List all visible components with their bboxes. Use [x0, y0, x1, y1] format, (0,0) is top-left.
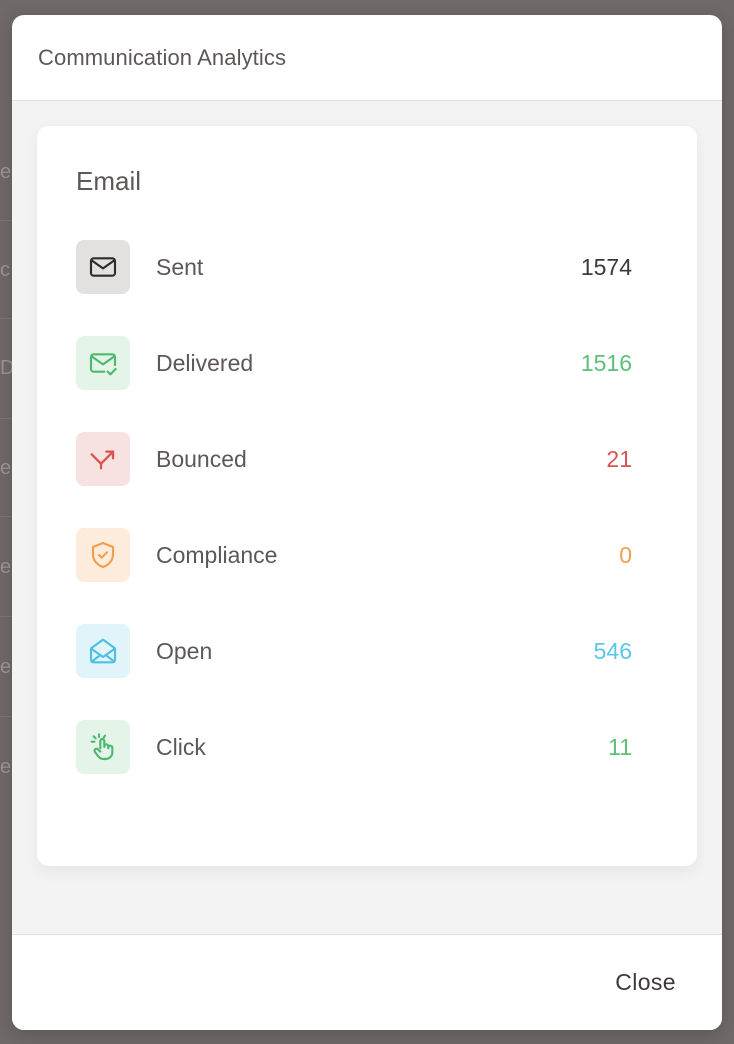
mail-check-icon — [89, 353, 117, 376]
shield-check-icon — [91, 541, 115, 569]
stat-label: Click — [156, 733, 206, 760]
stat-value: 11 — [608, 733, 632, 760]
stat-row-delivered: Delivered 1516 — [76, 335, 632, 391]
mail-open-icon — [89, 638, 117, 664]
mail-icon — [89, 257, 117, 277]
modal-title: Communication Analytics — [38, 44, 287, 70]
stat-value: 1516 — [580, 349, 632, 376]
close-button[interactable]: Close — [599, 961, 692, 1003]
card-title: Email — [76, 166, 142, 196]
modal-header: Communication Analytics — [12, 15, 722, 101]
stat-row-compliance: Compliance 0 — [76, 527, 632, 583]
modal-footer: Close — [12, 934, 722, 1030]
stat-icon-badge — [76, 240, 130, 294]
stat-icon-badge — [76, 528, 130, 582]
email-stats-card: Email Sent 1574 Delivered 1516 Bounced 2… — [37, 126, 697, 866]
stat-label: Compliance — [156, 541, 278, 568]
modal-body: Email Sent 1574 Delivered 1516 Bounced 2… — [12, 101, 722, 934]
stat-label: Delivered — [156, 349, 254, 376]
bounce-arrow-icon — [90, 450, 115, 470]
stat-row-sent: Sent 1574 — [76, 239, 632, 295]
stat-icon-badge — [76, 432, 130, 486]
analytics-modal: Communication Analytics Email Sent 1574 — [12, 15, 722, 1030]
pointer-click-icon — [90, 733, 114, 761]
stat-value: 0 — [619, 541, 632, 568]
stat-label: Open — [156, 637, 213, 664]
stat-value: 1574 — [580, 253, 632, 280]
stat-value: 21 — [606, 445, 632, 472]
stat-icon-badge — [76, 336, 130, 390]
stat-row-open: Open 546 — [76, 623, 632, 679]
stat-value: 546 — [593, 637, 632, 664]
stat-row-click: Click 11 — [76, 719, 632, 775]
stat-label: Sent — [156, 253, 204, 280]
stat-icon-badge — [76, 720, 130, 774]
stat-row-bounced: Bounced 21 — [76, 431, 632, 487]
stat-icon-badge — [76, 624, 130, 678]
stat-label: Bounced — [156, 445, 247, 472]
